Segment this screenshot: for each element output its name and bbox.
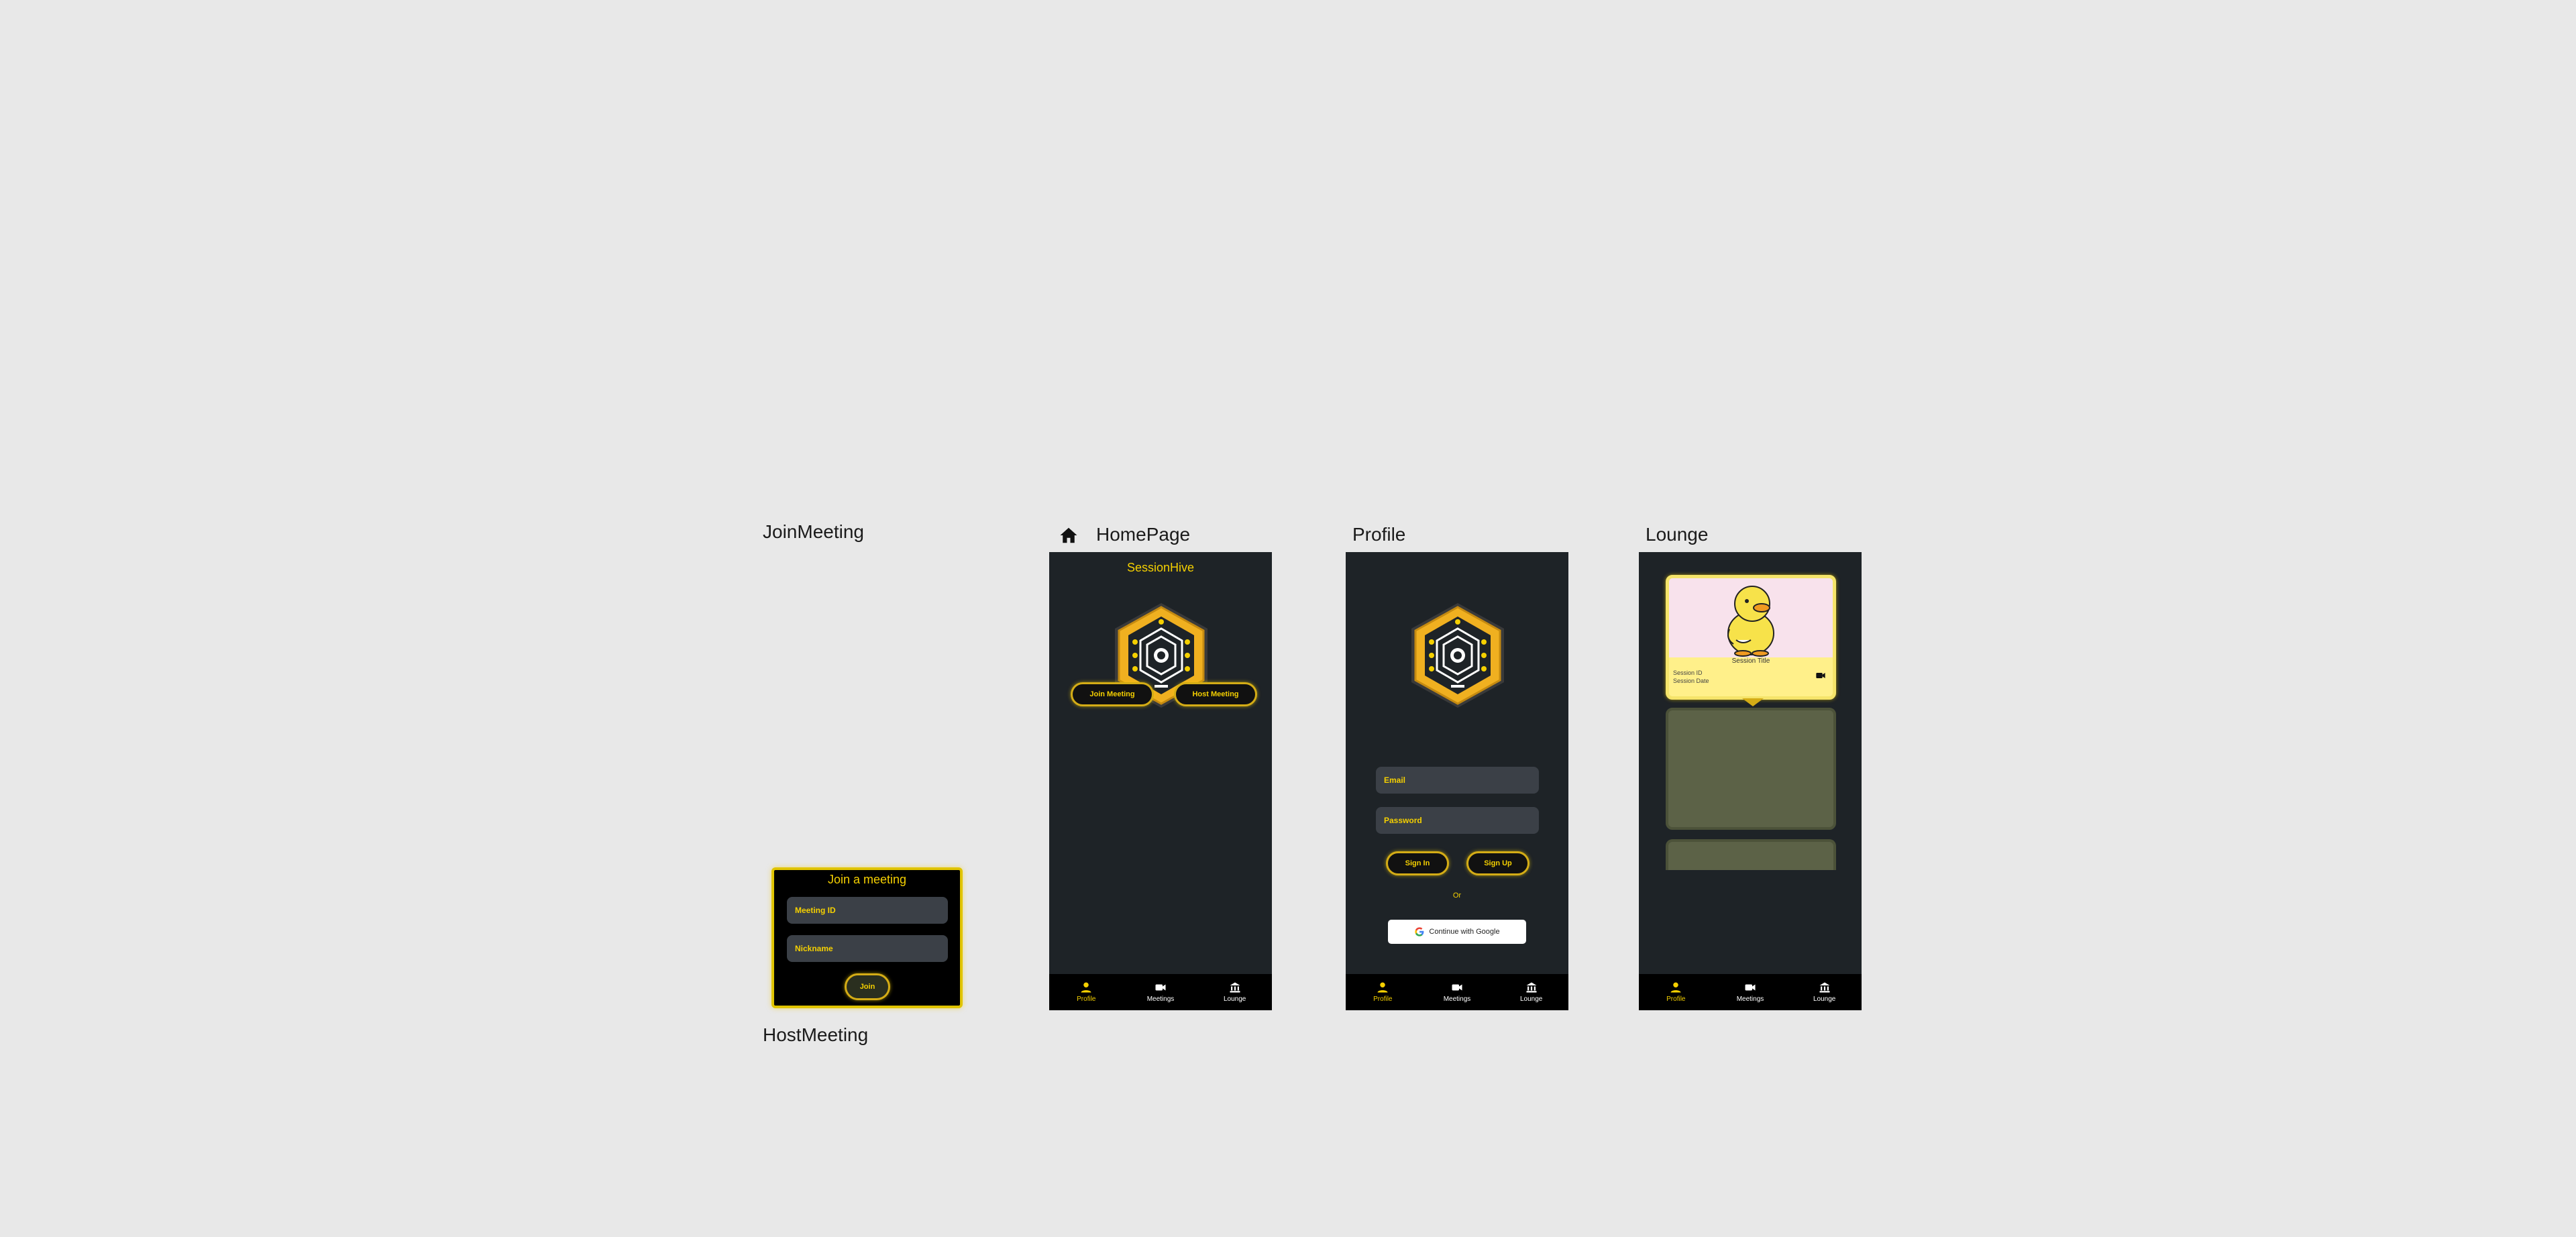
dialog-title: Join a meeting xyxy=(827,873,907,886)
nickname-input[interactable]: Nickname xyxy=(787,935,948,962)
hive-logo xyxy=(1409,602,1507,709)
nav-item-profile[interactable]: Profile xyxy=(1649,981,1703,1003)
session-title: Session Title xyxy=(1731,657,1770,665)
host-meeting-button[interactable]: Host Meeting xyxy=(1174,682,1257,706)
nav-item-lounge[interactable]: Lounge xyxy=(1505,981,1558,1003)
bank-icon xyxy=(1526,982,1537,993)
bottom-nav: Profile Meetings Lounge xyxy=(1346,974,1568,1010)
or-divider-text: Or xyxy=(1452,892,1462,900)
google-sign-in-button[interactable]: Continue with Google xyxy=(1388,920,1526,944)
nav-label-lounge: Lounge xyxy=(1519,996,1543,1003)
email-field[interactable]: Email xyxy=(1376,767,1539,794)
nav-item-meetings[interactable]: Meetings xyxy=(1430,981,1484,1003)
frame-label-homepage: HomePage xyxy=(1096,524,1191,545)
app-title: SessionHive xyxy=(1126,561,1195,574)
video-camera-icon xyxy=(1452,984,1462,991)
video-camera-icon xyxy=(1155,984,1166,991)
nav-item-lounge[interactable]: Lounge xyxy=(1208,981,1262,1003)
video-camera-icon xyxy=(1745,984,1756,991)
frame-label-lounge: Lounge xyxy=(1646,524,1709,545)
bottom-nav: Profile Meetings Lounge xyxy=(1049,974,1272,1010)
password-field[interactable]: Password xyxy=(1376,807,1539,834)
session-card-placeholder[interactable] xyxy=(1666,839,1836,870)
session-card-pointer xyxy=(1742,698,1764,706)
home-icon xyxy=(1059,525,1079,545)
nav-label-lounge: Lounge xyxy=(1223,996,1246,1003)
person-icon xyxy=(1670,982,1681,993)
nav-item-profile[interactable]: Profile xyxy=(1059,981,1113,1003)
person-icon xyxy=(1377,982,1388,993)
person-icon xyxy=(1081,982,1091,993)
nav-label-meetings: Meetings xyxy=(1736,996,1764,1003)
nav-label-lounge: Lounge xyxy=(1813,996,1836,1003)
sign-in-button[interactable]: Sign In xyxy=(1386,851,1449,875)
join-meeting-dialog: Join a meeting Meeting ID Nickname Join xyxy=(771,867,963,1008)
session-card-image xyxy=(1669,578,1833,657)
nav-item-meetings[interactable]: Meetings xyxy=(1134,981,1187,1003)
nav-item-meetings[interactable]: Meetings xyxy=(1723,981,1777,1003)
session-card[interactable]: Session Title Session ID Session Date xyxy=(1666,575,1836,700)
nav-label-meetings: Meetings xyxy=(1146,996,1175,1003)
sign-up-button[interactable]: Sign Up xyxy=(1466,851,1529,875)
nav-item-profile[interactable]: Profile xyxy=(1356,981,1409,1003)
meeting-id-input[interactable]: Meeting ID xyxy=(787,897,948,924)
join-meeting-button[interactable]: Join Meeting xyxy=(1071,682,1154,706)
google-button-label: Continue with Google xyxy=(1429,928,1500,936)
frame-label-profile: Profile xyxy=(1352,524,1406,545)
nav-label-meetings: Meetings xyxy=(1443,996,1471,1003)
profile-screen: Email Password Sign In Sign Up Or Contin… xyxy=(1346,552,1568,1010)
session-card-placeholder[interactable] xyxy=(1666,708,1836,830)
nav-item-lounge[interactable]: Lounge xyxy=(1798,981,1851,1003)
bank-icon xyxy=(1230,982,1240,993)
homepage-screen: SessionHive Join Meeting Host Meeting Pr… xyxy=(1049,552,1272,1010)
session-date: Session Date xyxy=(1673,678,1709,684)
nav-label-profile: Profile xyxy=(1373,996,1393,1003)
google-icon xyxy=(1415,927,1424,936)
bottom-nav: Profile Meetings Lounge xyxy=(1639,974,1862,1010)
nav-label-profile: Profile xyxy=(1666,996,1686,1003)
lounge-screen: Session Title Session ID Session Date Pr… xyxy=(1639,552,1862,1010)
bank-icon xyxy=(1819,982,1830,993)
frame-label-join-meeting: JoinMeeting xyxy=(763,521,864,542)
video-camera-icon[interactable] xyxy=(1815,670,1826,681)
session-id: Session ID xyxy=(1673,669,1703,676)
duck-mascot-image xyxy=(1727,586,1774,657)
frame-label-host-meeting: HostMeeting xyxy=(763,1024,869,1045)
nav-label-profile: Profile xyxy=(1077,996,1096,1003)
join-button[interactable]: Join xyxy=(845,973,890,1000)
